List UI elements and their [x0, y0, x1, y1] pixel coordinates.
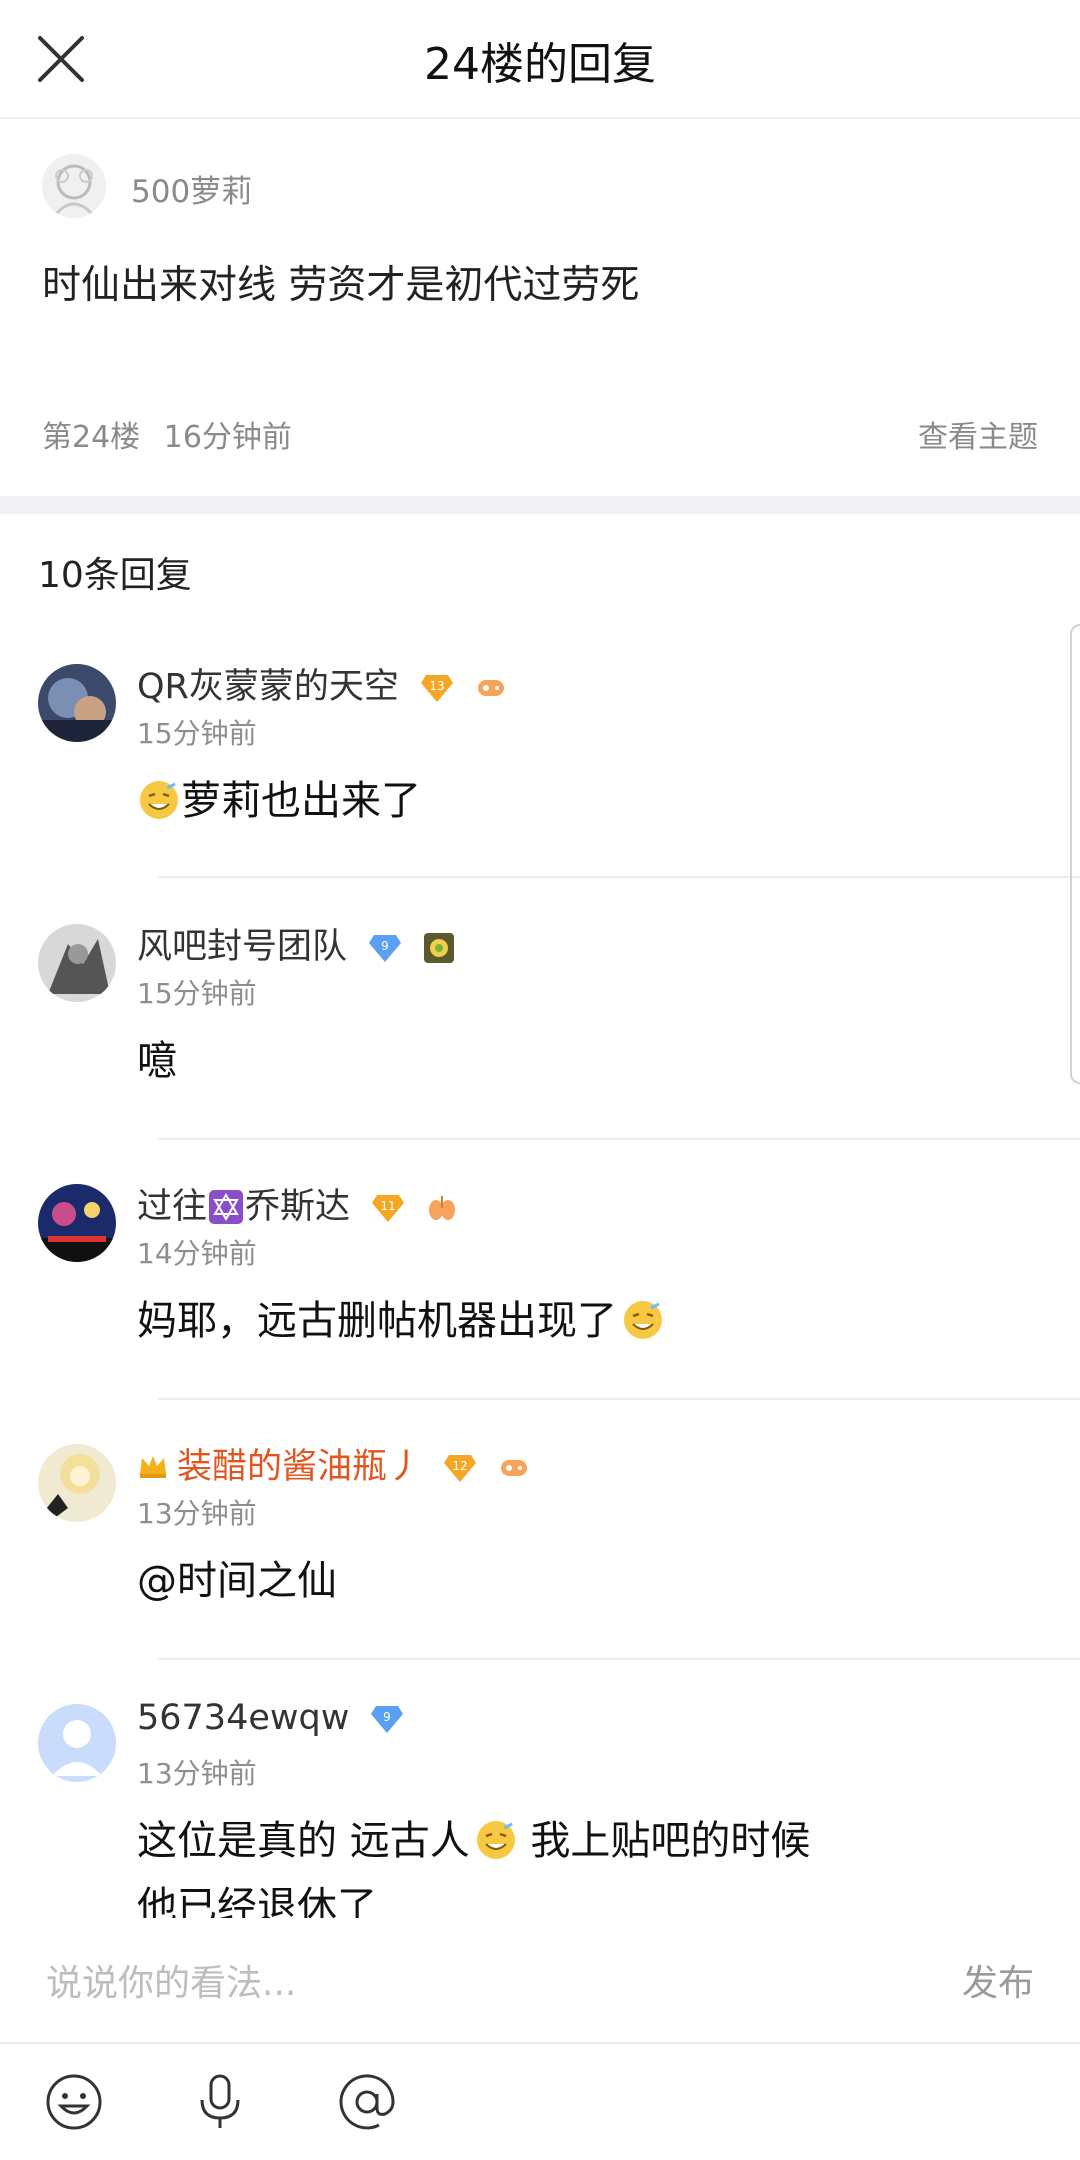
avatar[interactable] [38, 664, 116, 742]
section-divider [0, 496, 1080, 514]
comment-input-bar: 说说你的看法... 发布 [0, 1918, 1080, 2042]
post-meta: 第24楼 16分钟前 [42, 412, 306, 456]
reply-time: 13分钟前 [137, 1497, 257, 1530]
username-text: 56734ewqw [137, 1698, 350, 1738]
post-author-avatar[interactable] [42, 154, 106, 218]
svg-text:11: 11 [381, 1199, 396, 1213]
reply-content: 噫 [137, 1038, 177, 1084]
divider [158, 1658, 1080, 1660]
laughing-emoji-icon [476, 1821, 515, 1859]
emoji-icon[interactable] [44, 2072, 104, 2132]
medal-badge-icon [424, 933, 455, 963]
post-content: 时仙出来对线 劳资才是初代过劳死 [42, 263, 640, 308]
page-title: 24楼的回复 [424, 39, 656, 90]
reply-content: 妈耶，远古删帖机器出现了 [137, 1288, 665, 1354]
post-time: 16分钟前 [163, 420, 292, 455]
username-text: 装醋的酱油瓶丿 [177, 1447, 423, 1487]
divider [158, 1398, 1080, 1400]
username-text: 风吧封号团队 [137, 927, 348, 967]
gamepad-badge-icon [501, 1460, 528, 1476]
reply-mention-link[interactable]: @时间之仙 [137, 1548, 337, 1614]
floor-number: 第24楼 [42, 420, 141, 455]
level-badge-icon: 11 [372, 1195, 405, 1222]
publish-button[interactable]: 发布 [962, 1954, 1034, 2006]
crown-icon [140, 1456, 166, 1478]
reply-username[interactable]: 风吧封号团队 9 [137, 918, 455, 969]
username-text: 乔斯达 [245, 1187, 351, 1227]
level-badge-icon: 9 [369, 935, 402, 962]
scroll-indicator[interactable] [1070, 624, 1080, 1084]
avatar[interactable] [38, 1444, 116, 1522]
top-bar: 24楼的回复 [0, 0, 1080, 119]
reply-count: 10条回复 [38, 555, 192, 596]
level-badge-icon: 12 [444, 1455, 477, 1482]
laughing-emoji-icon [624, 1301, 662, 1339]
avatar[interactable] [38, 1184, 116, 1262]
svg-text:13: 13 [429, 679, 444, 693]
at-mention-icon[interactable] [337, 2072, 397, 2132]
reply-content: 萝莉也出来了 [137, 768, 421, 834]
reply-username[interactable]: 过往 乔斯达 11 [137, 1178, 458, 1229]
post-author-name[interactable]: 500萝莉 [131, 166, 252, 211]
username-text: 过往 [137, 1187, 208, 1227]
view-topic-link[interactable]: 查看主题 [918, 412, 1038, 456]
avatar[interactable] [38, 1704, 116, 1782]
gamepad-badge-icon [478, 680, 505, 696]
lungs-badge-icon [429, 1196, 456, 1220]
reply-username[interactable]: 56734ewqw 9 [137, 1698, 404, 1738]
divider [158, 876, 1080, 878]
level-badge-icon: 13 [421, 675, 454, 702]
username-text: QR灰蒙蒙的天空 [137, 667, 399, 707]
reply-username[interactable]: QR灰蒙蒙的天空 13 [137, 658, 507, 709]
comment-input[interactable]: 说说你的看法... [46, 1954, 296, 2006]
reply-username[interactable]: 装醋的酱油瓶丿 12 [137, 1438, 530, 1489]
level-badge-icon: 9 [371, 1706, 404, 1733]
svg-text:9: 9 [384, 1710, 392, 1724]
input-toolbar [0, 2042, 1080, 2160]
laughing-emoji-icon [140, 781, 178, 819]
svg-text:9: 9 [381, 939, 389, 953]
divider [158, 1138, 1080, 1140]
reply-time: 15分钟前 [137, 717, 257, 750]
reply-time: 13分钟前 [137, 1757, 257, 1790]
star-of-david-icon [209, 1190, 244, 1224]
reply-time: 14分钟前 [137, 1237, 257, 1270]
avatar[interactable] [38, 924, 116, 1002]
svg-text:12: 12 [453, 1459, 468, 1473]
microphone-icon[interactable] [190, 2072, 250, 2132]
reply-time: 15分钟前 [137, 977, 257, 1010]
